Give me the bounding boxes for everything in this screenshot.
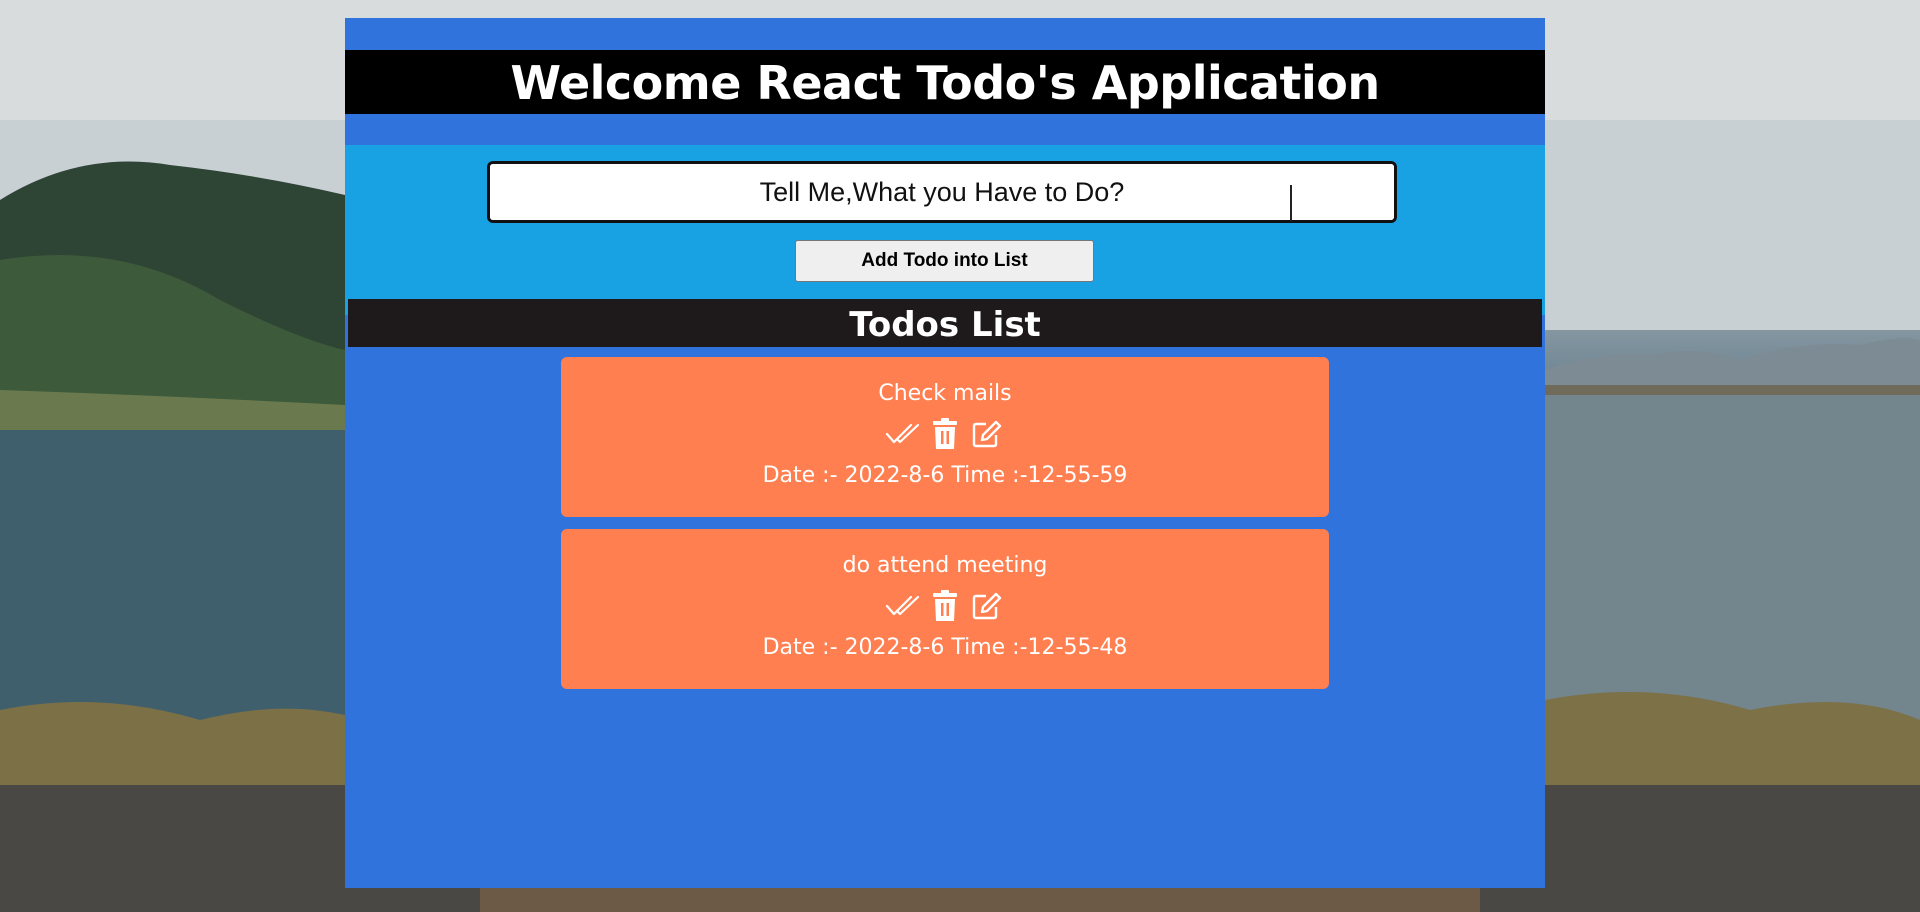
edit-icon[interactable] — [969, 417, 1005, 451]
todo-item-actions — [561, 589, 1329, 623]
double-check-icon[interactable] — [885, 417, 921, 451]
double-check-icon[interactable] — [885, 589, 921, 623]
todo-list: Check mails Date:- 2022-8-6 Time:-12-5… — [561, 357, 1329, 701]
todo-item-date: Date :- 2022-8-6 Time :-12-55-59 — [762, 463, 1128, 488]
todo-item-text: Check mails — [878, 381, 1012, 406]
text-caret — [1290, 185, 1292, 221]
todo-item-date: Date :- 2022-8-6 Time :-12-55-48 — [762, 635, 1128, 660]
todo-app-container: Welcome React Todo's Application Add Tod… — [345, 18, 1545, 888]
edit-icon[interactable] — [969, 589, 1005, 623]
todo-item-text: do attend meeting — [842, 553, 1048, 578]
todo-item: Check mails Date:- 2022-8-6 Time:-12-5… — [561, 357, 1329, 517]
todo-item: do attend meeting Date:- 2022-8-6 Time … — [561, 529, 1329, 689]
todos-list-title: Todos List — [348, 299, 1542, 347]
trash-icon[interactable] — [927, 417, 963, 451]
todo-input-section: Add Todo into List — [345, 145, 1545, 315]
page-title: Welcome React Todo's Application — [345, 50, 1545, 114]
add-todo-button[interactable]: Add Todo into List — [795, 240, 1094, 282]
trash-icon[interactable] — [927, 589, 963, 623]
todo-item-actions — [561, 417, 1329, 451]
todo-input[interactable] — [487, 161, 1397, 223]
